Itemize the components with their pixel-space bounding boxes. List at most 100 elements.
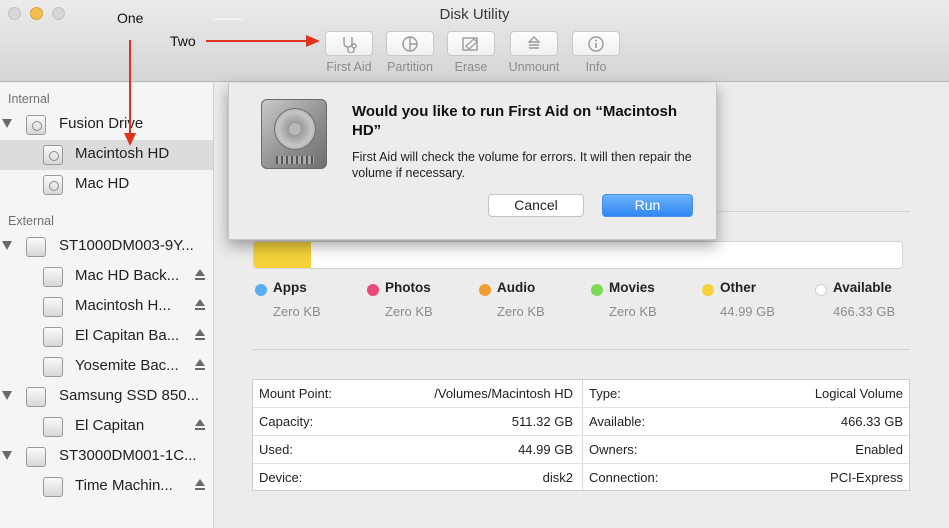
info-label: Info: [585, 60, 607, 74]
info-label: Used:: [259, 442, 293, 457]
sidebar-item-label: Yosemite Bac...: [75, 357, 179, 374]
volume-icon: [43, 297, 63, 317]
eject-icon[interactable]: [194, 418, 206, 434]
hard-drive-icon: [261, 99, 327, 169]
volume-info-table: Mount Point: /Volumes/Macintosh HD Capac…: [252, 379, 910, 491]
volume-icon: [43, 477, 63, 497]
info-tool[interactable]: Info: [566, 31, 626, 74]
partition-label: Partition: [387, 60, 433, 74]
legend-value: Zero KB: [273, 304, 321, 319]
cancel-button[interactable]: Cancel: [488, 194, 584, 217]
usage-bar-fill-other: [254, 242, 312, 268]
info-value: /Volumes/Macintosh HD: [434, 386, 573, 401]
erase-label: Erase: [454, 60, 488, 74]
sidebar-item-mac-hd[interactable]: Mac HD: [0, 170, 213, 200]
info-label: Owners:: [589, 442, 638, 457]
legend-value: Zero KB: [385, 304, 433, 319]
info-value: Logical Volume: [814, 386, 903, 401]
eject-icon[interactable]: [194, 268, 206, 284]
volume-icon: [43, 417, 63, 437]
sidebar-item-fusion-drive[interactable]: Fusion Drive: [0, 110, 213, 140]
info-button[interactable]: [572, 31, 620, 56]
sidebar-item-label: El Capitan: [75, 417, 145, 434]
unmount-tool[interactable]: Unmount: [504, 31, 564, 74]
legend-name: Apps: [273, 280, 307, 295]
eject-icon[interactable]: [194, 358, 206, 374]
sidebar-section-external: External: [8, 214, 54, 228]
erase-tool[interactable]: Erase: [441, 31, 501, 74]
erase-button[interactable]: [447, 31, 495, 56]
legend-name: Movies: [609, 280, 655, 295]
info-value: 466.33 GB: [840, 414, 903, 429]
sidebar-item-st1000dm003[interactable]: ST1000DM003-9Y...: [0, 232, 213, 262]
legend-name: Audio: [497, 280, 536, 295]
run-button[interactable]: Run: [602, 194, 693, 217]
unmount-button[interactable]: [510, 31, 558, 56]
partition-button[interactable]: [386, 31, 434, 56]
eject-icon[interactable]: [194, 478, 206, 494]
annotation-two-label: Two: [170, 33, 196, 49]
volume-icon: [43, 267, 63, 287]
hard-disk-icon: [26, 115, 46, 135]
available-color-dot: [815, 284, 827, 296]
sidebar-item-label: Mac HD Back...: [75, 267, 180, 284]
first-aid-button[interactable]: [325, 31, 373, 56]
disk-utility-window: Disk Utility First Aid Partition Erase U…: [0, 0, 949, 528]
info-label: Device:: [259, 470, 303, 485]
sidebar: Internal Fusion Drive Macintosh HD Mac H…: [0, 83, 214, 528]
unmount-label: Unmount: [508, 60, 560, 74]
usage-bar: [253, 241, 903, 269]
info-label: Capacity:: [259, 414, 314, 429]
first-aid-dialog: Would you like to run First Aid on “Maci…: [228, 83, 717, 240]
info-value: disk2: [542, 470, 573, 485]
sidebar-item-label: Time Machin...: [75, 477, 173, 494]
sidebar-item-label: Macintosh HD: [75, 145, 170, 162]
sidebar-item-label: El Capitan Ba...: [75, 327, 180, 344]
sidebar-item-macintosh-hd[interactable]: Macintosh HD: [0, 140, 213, 170]
sidebar-item-st3000dm001[interactable]: ST3000DM001-1C...: [0, 442, 213, 472]
title-divider: [214, 18, 242, 20]
volume-icon: [43, 357, 63, 377]
other-color-dot: [702, 284, 714, 296]
disclosure-triangle-icon[interactable]: [2, 451, 12, 460]
sidebar-item-samsung-ssd[interactable]: Samsung SSD 850...: [0, 382, 213, 412]
sidebar-item-label: Samsung SSD 850...: [59, 387, 200, 404]
sidebar-item-label: Fusion Drive: [59, 115, 144, 132]
disclosure-triangle-icon[interactable]: [2, 119, 12, 128]
legend-value: 44.99 GB: [720, 304, 775, 319]
sidebar-item-label: Macintosh H...: [75, 297, 171, 314]
sidebar-item-el-capitan-backup[interactable]: El Capitan Ba...: [0, 322, 213, 352]
legend-value: Zero KB: [609, 304, 657, 319]
sidebar-item-time-machine[interactable]: Time Machin...: [0, 472, 213, 502]
erase-icon: [462, 36, 478, 51]
hard-disk-icon: [43, 145, 63, 165]
audio-color-dot: [479, 284, 491, 296]
movies-color-dot: [591, 284, 603, 296]
partition-tool[interactable]: Partition: [380, 31, 440, 74]
hard-disk-icon: [43, 175, 63, 195]
sidebar-item-label: Mac HD: [75, 175, 130, 192]
divider: [253, 349, 910, 350]
legend-value: 466.33 GB: [833, 304, 896, 319]
annotation-one-label: One: [117, 10, 144, 26]
disclosure-triangle-icon[interactable]: [2, 391, 12, 400]
legend-value: Zero KB: [497, 304, 545, 319]
volume-icon: [43, 327, 63, 347]
sidebar-item-el-capitan[interactable]: El Capitan: [0, 412, 213, 442]
info-label: Type:: [589, 386, 621, 401]
disclosure-triangle-icon[interactable]: [2, 241, 12, 250]
info-value: Enabled: [855, 442, 903, 457]
sidebar-item-mac-hd-backup[interactable]: Mac HD Back...: [0, 262, 213, 292]
stethoscope-icon: [343, 36, 357, 53]
dialog-title: Would you like to run First Aid on “Maci…: [352, 103, 677, 139]
eject-icon[interactable]: [194, 328, 206, 344]
eject-icon[interactable]: [194, 298, 206, 314]
sidebar-item-yosemite-backup[interactable]: Yosemite Bac...: [0, 352, 213, 382]
legend-name: Other: [720, 280, 757, 295]
sidebar-item-macintosh-h[interactable]: Macintosh H...: [0, 292, 213, 322]
first-aid-tool[interactable]: First Aid: [319, 31, 379, 74]
sidebar-section-internal: Internal: [8, 92, 50, 106]
legend-name: Available: [833, 280, 892, 295]
photos-color-dot: [367, 284, 379, 296]
sidebar-item-label: ST3000DM001-1C...: [59, 447, 197, 464]
